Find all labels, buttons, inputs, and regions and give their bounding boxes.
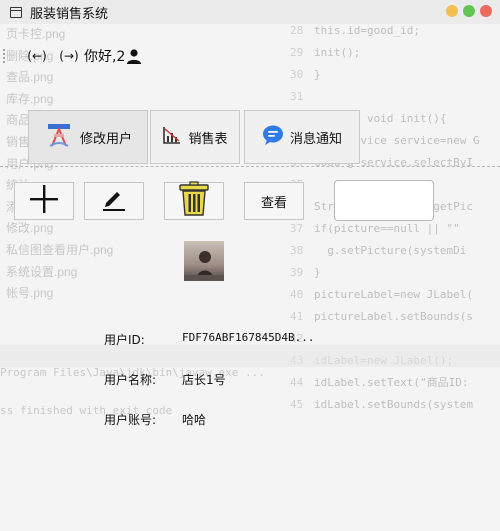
background-file-item: 查品.png	[6, 70, 54, 85]
window-titlebar: 服装销售系统	[0, 0, 500, 24]
background-code-line: 37 if(picture==null || ""	[290, 218, 500, 240]
window-controls	[446, 5, 492, 17]
view-button-label: 查看	[260, 195, 287, 211]
user-account-label: 用户账号:	[104, 413, 157, 427]
tab-edit-user[interactable]: 修改用户	[28, 110, 148, 164]
delete-button[interactable]	[164, 181, 224, 221]
background-line-number: 45	[290, 398, 304, 411]
close-button[interactable]	[480, 5, 492, 17]
background-file-item: 系统设置.png	[6, 264, 78, 279]
forward-button[interactable]: (→)	[54, 46, 84, 65]
avatar	[184, 241, 224, 281]
window-title: 服装销售系统	[30, 6, 109, 22]
user-id-label: 用户ID:	[104, 333, 145, 347]
background-file-item: 私信图查看用户.png	[6, 242, 114, 257]
maximize-button[interactable]	[463, 5, 475, 17]
background-line-number: 40	[290, 288, 304, 301]
navigation-bar: (←) (→) 你好,2	[0, 44, 500, 68]
background-code-line: 38 g.setPicture(systemDi	[290, 240, 500, 262]
background-code-text: idLabel.setBounds(system	[314, 398, 473, 411]
user-icon	[126, 48, 142, 68]
background-line-number: 41	[290, 310, 304, 323]
edit-button[interactable]	[84, 182, 144, 220]
background-code-line: 40 pictureLabel=new JLabel(	[290, 284, 500, 306]
back-button[interactable]: (←)	[22, 46, 52, 65]
background-file-item: 修改.png	[6, 221, 54, 236]
background-code-text: this.id=good_id;	[314, 24, 420, 37]
background-code-text: pictureLabel.setBounds(s	[314, 310, 473, 323]
tab-sales-label: 销售表	[188, 131, 228, 147]
background-code-line: 41 pictureLabel.setBounds(s	[290, 306, 500, 328]
background-band	[0, 345, 500, 367]
user-name-value: 店长1号	[182, 373, 226, 387]
tab-edit-user-label: 修改用户	[79, 131, 132, 147]
background-code-text: g.setPicture(systemDi	[314, 244, 467, 257]
tab-separator	[0, 166, 500, 167]
background-code-text: pictureLabel=new JLabel(	[314, 288, 473, 301]
minimize-button[interactable]	[446, 5, 458, 17]
user-name-label: 用户名称:	[104, 373, 157, 387]
tab-notifications[interactable]: 消息通知	[244, 110, 360, 164]
background-code-text: if(picture==null || ""	[314, 222, 460, 235]
plus-icon	[28, 183, 60, 219]
background-line-number: 39	[290, 266, 304, 279]
background-ghost-layer: 页卡控.png删除.png查品.png库存.png商品部管理.png销售.png…	[0, 0, 500, 531]
user-account-value: 哈哈	[182, 413, 207, 427]
background-line-number: 37	[290, 222, 304, 235]
background-code-line: 39}	[290, 262, 500, 284]
search-input[interactable]	[334, 180, 434, 221]
pen-icon	[101, 186, 127, 216]
background-file-item: 库存.png	[6, 91, 54, 106]
background-file-item: 页卡控.png	[6, 27, 66, 41]
background-code-line: 44 idLabel.setText("商品ID:	[290, 372, 500, 394]
background-code-text: }	[314, 266, 321, 279]
view-button[interactable]: 查看	[244, 182, 304, 220]
background-code-text: }	[314, 68, 321, 81]
drag-handle-icon[interactable]	[2, 48, 6, 64]
bar-chart-icon	[162, 125, 182, 149]
background-code-line: 31	[290, 86, 500, 108]
user-edit-icon	[44, 120, 74, 154]
background-code-line: 45 idLabel.setBounds(system	[290, 394, 500, 416]
tab-sales[interactable]: 销售表	[150, 110, 240, 164]
background-line-number: 31	[290, 90, 304, 103]
window-app-icon	[10, 6, 22, 18]
background-line-number: 38	[290, 244, 304, 257]
user-id-value: FDF76ABF167845D4B...	[182, 331, 315, 344]
background-file-item: 帐号.png	[6, 286, 54, 301]
greeting-text: 你好,2	[84, 49, 126, 65]
tab-notifications-label: 消息通知	[289, 131, 342, 147]
add-button[interactable]	[14, 182, 74, 220]
background-code-text: idLabel.setText("商品ID:	[314, 376, 469, 389]
chat-bubble-icon	[262, 124, 284, 150]
trash-icon	[176, 181, 212, 221]
background-line-number: 44	[290, 376, 304, 389]
